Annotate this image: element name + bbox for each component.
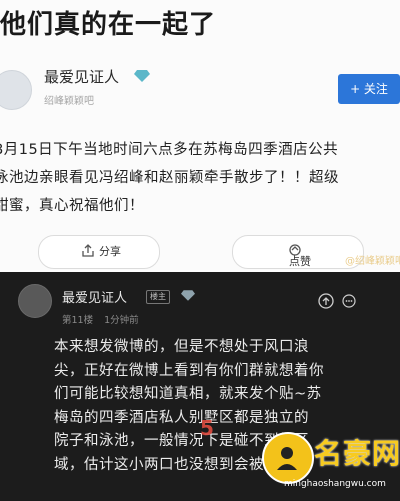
- reply-body-line: 们可能比较想知道真相，就来发个贴~苏: [54, 386, 322, 402]
- diamond-icon: [181, 290, 195, 301]
- diamond-icon: [134, 70, 150, 82]
- post-title: 他们真的在一起了: [0, 10, 217, 40]
- reply-author-name[interactable]: 最爱见证人: [62, 287, 127, 306]
- watermark-number: 5: [200, 416, 214, 440]
- follow-button[interactable]: + 关注: [338, 74, 400, 104]
- author-subtitle: 绍峰颖颖吧: [44, 96, 94, 107]
- reply-body-line: 尖，正好在微博上看到有你们群就想着你: [54, 362, 324, 379]
- brand-logo-icon: [262, 432, 314, 484]
- post-card: 他们真的在一起了 最爱见证人 绍峰颖颖吧 + 关注 8月15日下午当地时间六点多…: [0, 0, 400, 270]
- avatar[interactable]: [0, 70, 32, 110]
- more-options-icon[interactable]: [342, 294, 356, 308]
- post-body: 8月15日下午当地时间六点多在苏梅岛四季酒店公共 泳池边亲眼看见冯绍峰和赵丽颖牵…: [0, 136, 398, 220]
- floor-number: 第11楼: [62, 315, 94, 326]
- avatar[interactable]: [18, 284, 52, 318]
- post-body-line: 泳池边亲眼看见冯绍峰和赵丽颖牵手散步了！！超级: [0, 170, 339, 186]
- share-label: 分享: [99, 245, 121, 258]
- reply-share-icon[interactable]: [316, 292, 336, 310]
- share-icon: [82, 244, 94, 257]
- op-badge: 楼主: [146, 290, 170, 304]
- watermark-brand: 名豪网: [314, 437, 400, 470]
- post-body-line: 甜蜜，真心祝福他们！: [0, 198, 144, 214]
- reply-meta: 第11楼 1分钟前: [62, 312, 147, 326]
- reply-body-line: 本来想发微博的，但是不想处于风口浪: [54, 339, 309, 355]
- author-name[interactable]: 最爱见证人: [44, 66, 119, 87]
- watermark-url: minghaoshangwu.com: [284, 479, 386, 489]
- share-button[interactable]: 分享: [38, 235, 160, 269]
- reply-time: 1分钟前: [104, 315, 139, 326]
- watermark-text: @绍峰颖颖吧: [345, 256, 400, 267]
- post-body-line: 8月15日下午当地时间六点多在苏梅岛四季酒店公共: [0, 142, 339, 158]
